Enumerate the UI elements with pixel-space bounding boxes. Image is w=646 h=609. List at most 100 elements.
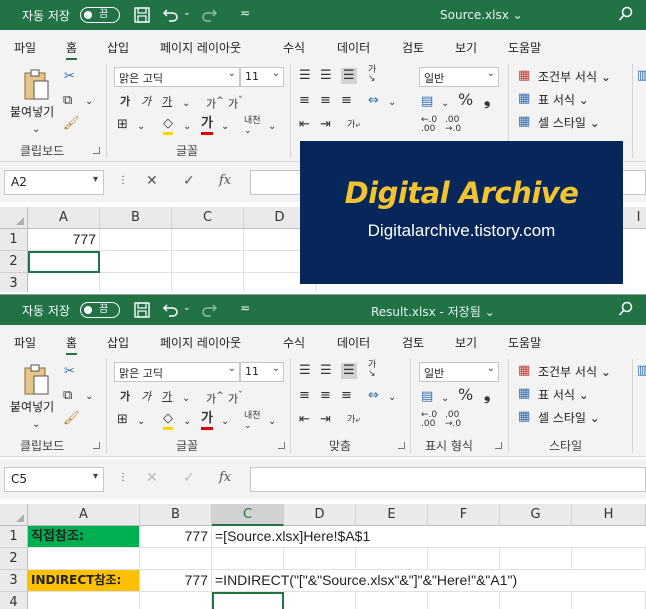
- orientation-icon[interactable]: 가 ↘: [368, 66, 376, 84]
- cell-c1[interactable]: =[Source.xlsx]Here!$A$1: [212, 526, 646, 548]
- paste-icon[interactable]: [22, 68, 50, 102]
- copy-dropdown-icon[interactable]: ⌄: [85, 389, 93, 405]
- cut-icon[interactable]: ✂: [64, 364, 75, 380]
- number-launcher[interactable]: [495, 442, 502, 449]
- percent-style-icon[interactable]: %: [458, 387, 473, 403]
- conditional-format-icon[interactable]: ▦: [518, 363, 530, 379]
- grow-font-icon[interactable]: 가^: [206, 93, 224, 113]
- row-header-2[interactable]: 2: [0, 251, 28, 273]
- grow-font-icon[interactable]: 가^: [206, 388, 224, 408]
- align-right-icon[interactable]: ≡: [341, 388, 352, 404]
- cell-a2[interactable]: [28, 251, 100, 273]
- fill-color-icon[interactable]: ◇: [163, 411, 173, 430]
- cell-style-icon[interactable]: ▦: [518, 409, 530, 425]
- tab-file[interactable]: 파일: [14, 334, 36, 351]
- tab-view[interactable]: 보기: [455, 334, 477, 351]
- align-top-icon[interactable]: ☰: [299, 68, 311, 84]
- cancel-icon[interactable]: ✕: [146, 470, 158, 486]
- cell-b4[interactable]: [140, 592, 212, 609]
- italic-icon[interactable]: 가: [141, 94, 151, 110]
- underline-dropdown-icon[interactable]: ⌄: [182, 391, 190, 407]
- cell-e2[interactable]: [356, 548, 428, 570]
- alignment-launcher[interactable]: [398, 442, 405, 449]
- italic-icon[interactable]: 가: [141, 389, 151, 405]
- cell-f2[interactable]: [428, 548, 500, 570]
- borders-icon[interactable]: ⊞: [117, 412, 128, 428]
- save-icon[interactable]: [133, 6, 151, 24]
- orientation-icon[interactable]: 가 ↘: [368, 361, 376, 379]
- column-header-c[interactable]: C: [212, 504, 284, 526]
- cell-a1[interactable]: 직접참조:: [28, 526, 140, 548]
- increase-indent-icon[interactable]: ⇥: [320, 117, 331, 133]
- paste-label[interactable]: 붙여넣기: [10, 103, 54, 120]
- increase-decimal-icon[interactable]: ←.0.00: [421, 411, 437, 429]
- align-middle-icon[interactable]: ☰: [320, 68, 332, 84]
- cell-style-button[interactable]: 셀 스타일 ⌄: [538, 114, 600, 131]
- accounting-format-icon[interactable]: ▤: [421, 94, 433, 110]
- cell-g4[interactable]: [500, 592, 572, 609]
- accounting-format-icon[interactable]: ▤: [421, 389, 433, 405]
- merge-dropdown-icon[interactable]: ⌄: [388, 95, 396, 111]
- undo-icon[interactable]: [162, 6, 180, 24]
- format-painter-icon[interactable]: 🖌: [63, 411, 80, 427]
- paste-icon[interactable]: [22, 363, 50, 397]
- cell-a2[interactable]: [28, 548, 140, 570]
- align-bottom-icon[interactable]: ☰: [341, 363, 357, 379]
- column-header-g[interactable]: G: [500, 504, 572, 526]
- name-box-dropdown-icon[interactable]: ▾: [93, 174, 98, 185]
- cell-d2[interactable]: [284, 548, 356, 570]
- column-header-b[interactable]: B: [100, 207, 172, 229]
- tab-review[interactable]: 검토: [402, 334, 424, 351]
- font-size-select[interactable]: 11: [240, 67, 284, 87]
- cell-f4[interactable]: [428, 592, 500, 609]
- enter-icon[interactable]: ✓: [183, 173, 195, 189]
- wrap-text-icon[interactable]: 가⤶: [347, 412, 360, 428]
- cell-a3[interactable]: [28, 273, 100, 292]
- column-header-e[interactable]: E: [356, 504, 428, 526]
- redo-icon[interactable]: [200, 301, 218, 319]
- select-all-corner[interactable]: [0, 207, 28, 229]
- phonetic-dropdown-icon[interactable]: ⌄: [268, 119, 276, 135]
- cell-b3[interactable]: [100, 273, 172, 292]
- merge-center-icon[interactable]: ⇔: [368, 93, 379, 109]
- column-header-c[interactable]: C: [172, 207, 244, 229]
- cell-b1[interactable]: 777: [140, 526, 212, 548]
- enter-icon[interactable]: ✓: [183, 470, 195, 486]
- customize-toolbar-icon[interactable]: ≂: [240, 301, 258, 319]
- name-box[interactable]: A2 ▾: [4, 170, 104, 195]
- shrink-font-icon[interactable]: 가ˇ: [228, 388, 243, 408]
- align-top-icon[interactable]: ☰: [299, 363, 311, 379]
- undo-icon[interactable]: [162, 301, 180, 319]
- row-header-1[interactable]: 1: [0, 229, 28, 251]
- tab-data[interactable]: 데이터: [337, 39, 370, 56]
- tab-help[interactable]: 도움말: [508, 39, 541, 56]
- autosave-toggle[interactable]: 끔: [80, 302, 120, 318]
- copy-icon[interactable]: ⧉: [63, 93, 72, 109]
- column-header-d[interactable]: D: [284, 504, 356, 526]
- align-right-icon[interactable]: ≡: [341, 93, 352, 109]
- shrink-font-icon[interactable]: 가ˇ: [228, 93, 243, 113]
- cell-c2[interactable]: [172, 251, 244, 273]
- select-all-corner[interactable]: [0, 504, 28, 526]
- comma-style-icon[interactable]: ❟: [484, 92, 490, 108]
- paste-label[interactable]: 붙여넣기: [10, 398, 54, 415]
- conditional-format-button[interactable]: 조건부 서식 ⌄: [538, 68, 611, 85]
- search-icon[interactable]: [618, 301, 634, 317]
- fill-color-dropdown-icon[interactable]: ⌄: [183, 414, 191, 430]
- copy-icon[interactable]: ⧉: [63, 388, 72, 404]
- cell-c1[interactable]: [172, 229, 244, 251]
- bold-icon[interactable]: 가: [120, 94, 130, 110]
- paste-dropdown-icon[interactable]: ⌄: [32, 417, 40, 433]
- merge-center-icon[interactable]: ⇔: [368, 388, 379, 404]
- formula-input[interactable]: [250, 467, 646, 492]
- underline-icon[interactable]: 가: [162, 389, 172, 405]
- tab-insert[interactable]: 삽입: [107, 334, 129, 351]
- row-header-3[interactable]: 3: [0, 570, 28, 592]
- cell-b1[interactable]: [100, 229, 172, 251]
- font-color-dropdown-icon[interactable]: ⌄: [221, 119, 229, 135]
- tab-formulas[interactable]: 수식: [283, 39, 305, 56]
- column-header-i[interactable]: I: [623, 207, 646, 229]
- phonetic-dropdown-icon[interactable]: ⌄: [268, 414, 276, 430]
- cell-d4[interactable]: [284, 592, 356, 609]
- tab-review[interactable]: 검토: [402, 39, 424, 56]
